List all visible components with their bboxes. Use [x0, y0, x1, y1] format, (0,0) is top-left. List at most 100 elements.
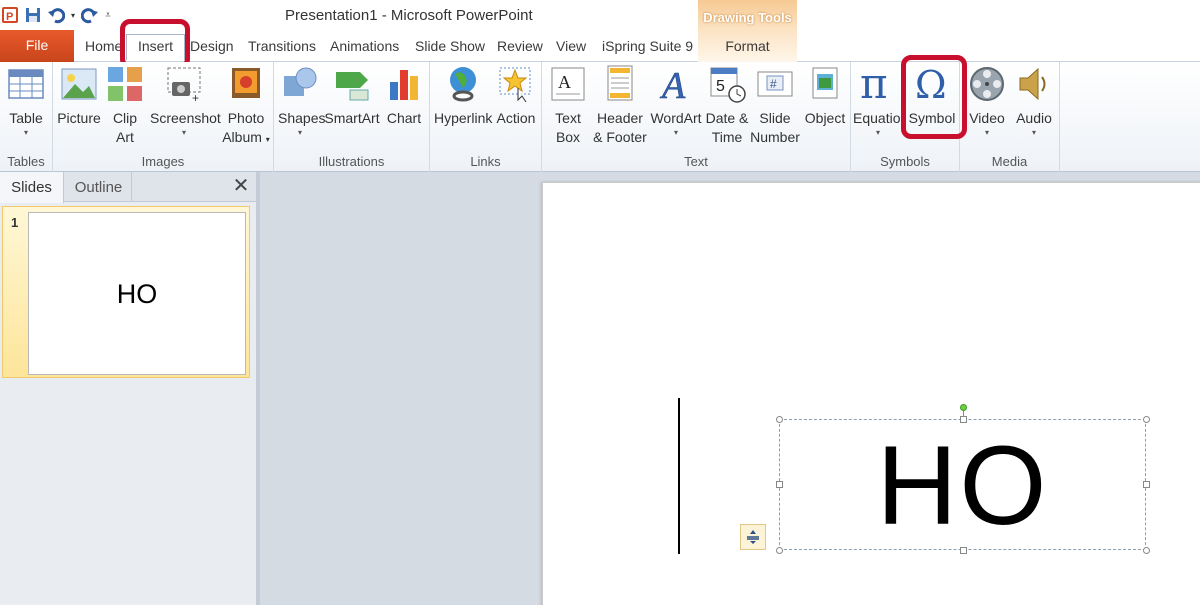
group-text: A Text Box Header & Footer A WordArt ▾ 5…: [542, 62, 851, 172]
svg-text:A: A: [558, 72, 571, 92]
group-media: Video ▾ Audio ▾ Media: [960, 62, 1060, 172]
undo-dropdown-chevron-icon[interactable]: ▾: [69, 5, 77, 25]
group-label-links: Links: [470, 154, 501, 169]
tab-format[interactable]: Format: [698, 30, 797, 62]
customize-qat-chevron-icon[interactable]: ⩡: [103, 5, 113, 25]
tab-outline[interactable]: Outline: [66, 172, 132, 202]
object-icon: [812, 67, 838, 99]
slide-number-button[interactable]: # Slide Number: [750, 64, 800, 147]
powerpoint-logo-icon[interactable]: P: [0, 5, 20, 25]
highlight-ring-symbol: [901, 55, 967, 139]
screenshot-button[interactable]: + Screenshot ▾: [150, 64, 221, 138]
text-cursor: [678, 398, 680, 554]
table-icon: [8, 69, 44, 99]
chart-icon: [390, 70, 418, 100]
group-label-illustrations: Illustrations: [318, 154, 385, 169]
table-button[interactable]: Table ▾: [6, 64, 46, 138]
photo-album-icon: [232, 68, 260, 98]
equation-button[interactable]: π Equation ▾: [853, 64, 903, 138]
slide-editing-area: HO: [260, 172, 1200, 605]
tab-home[interactable]: Home: [85, 30, 122, 62]
shapes-icon: [284, 67, 317, 96]
resize-handle-bottom-right[interactable]: [1143, 547, 1150, 554]
resize-handle-bottom-left[interactable]: [776, 547, 783, 554]
date-time-calendar-icon: 5: [710, 67, 746, 103]
chevron-down-icon: ▾: [673, 128, 678, 137]
undo-icon[interactable]: [46, 5, 66, 25]
action-star-icon: [499, 67, 531, 103]
date-time-button[interactable]: 5 Date & Time: [702, 64, 752, 147]
window-title: Presentation1 - Microsoft PowerPoint: [285, 7, 533, 24]
picture-button[interactable]: Picture: [57, 64, 101, 128]
svg-text:A: A: [659, 65, 686, 104]
tab-file[interactable]: File: [0, 30, 74, 62]
group-label-images: Images: [141, 154, 185, 169]
chevron-down-icon: ▾: [297, 128, 302, 137]
action-button[interactable]: Action: [494, 64, 538, 128]
object-button[interactable]: Object: [802, 64, 848, 128]
tab-review[interactable]: Review: [497, 30, 543, 62]
svg-text:#: #: [770, 77, 777, 91]
text-box-button[interactable]: A Text Box: [546, 64, 590, 147]
quick-access-toolbar: P ▾ ⩡: [0, 2, 113, 28]
autofit-options-button[interactable]: [740, 524, 766, 550]
wordart-icon: A: [659, 65, 687, 104]
drawing-tools-context-label: Drawing Tools: [698, 0, 797, 30]
tab-view[interactable]: View: [556, 30, 586, 62]
screenshot-camera-icon: +: [167, 67, 201, 104]
header-footer-button[interactable]: Header & Footer: [592, 64, 648, 147]
smartart-button[interactable]: SmartArt: [324, 64, 380, 128]
resize-handle-bottom[interactable]: [960, 547, 967, 554]
group-links: Hyperlink Action Links: [430, 62, 542, 172]
slides-panel-tabs: Slides Outline ✕: [0, 172, 256, 203]
tab-animations[interactable]: Animations: [330, 30, 399, 62]
clip-art-button[interactable]: Clip Art: [105, 64, 145, 147]
tab-design[interactable]: Design: [190, 30, 234, 62]
group-images: Picture Clip Art + Screenshot ▾ Photo Al…: [53, 62, 274, 172]
slide-thumbnail-text: HO: [116, 279, 158, 309]
tab-slide-show[interactable]: Slide Show: [415, 30, 485, 62]
rotate-handle[interactable]: [960, 404, 967, 411]
chevron-down-icon: ▾: [265, 135, 270, 144]
redo-icon[interactable]: [80, 5, 100, 25]
chevron-down-icon: ▾: [984, 128, 989, 137]
svg-text:P: P: [6, 11, 13, 23]
video-film-reel-icon: [970, 67, 1004, 101]
save-icon[interactable]: [23, 5, 43, 25]
resize-handle-top-right[interactable]: [1143, 416, 1150, 423]
hyperlink-button[interactable]: Hyperlink: [434, 64, 492, 128]
resize-handle-top[interactable]: [960, 416, 967, 423]
chart-button[interactable]: Chart: [382, 64, 426, 128]
text-box-icon: A: [551, 67, 585, 101]
tab-transitions[interactable]: Transitions: [248, 30, 316, 62]
group-label-symbols: Symbols: [880, 154, 930, 169]
svg-text:π: π: [860, 64, 888, 104]
wordart-button[interactable]: A WordArt ▾: [648, 64, 704, 138]
slide-thumbnail-number: 1: [11, 215, 19, 230]
header-footer-icon: [607, 65, 633, 101]
close-icon[interactable]: ✕: [232, 176, 250, 196]
group-label-tables: Tables: [7, 154, 45, 169]
chevron-down-icon: ▾: [875, 128, 880, 137]
picture-icon: [61, 68, 97, 100]
slide-thumbnail[interactable]: HO: [28, 212, 246, 375]
svg-text:5: 5: [716, 78, 725, 95]
slide-thumbnail-selected[interactable]: 1 HO: [2, 206, 250, 378]
equation-pi-icon: π: [860, 64, 888, 104]
chevron-down-icon: ▾: [181, 128, 186, 137]
group-illustrations: Shapes ▾ SmartArt Chart Illustrations: [274, 62, 430, 172]
slide-number-icon: #: [757, 71, 793, 97]
tab-ispring-suite[interactable]: iSpring Suite 9: [602, 30, 693, 62]
slide-canvas[interactable]: HO: [542, 182, 1200, 605]
text-box-selected[interactable]: HO: [776, 404, 1150, 554]
resize-handle-top-left[interactable]: [776, 416, 783, 423]
audio-button[interactable]: Audio ▾: [1012, 64, 1056, 138]
group-label-media: Media: [991, 154, 1028, 169]
tab-slides[interactable]: Slides: [0, 172, 64, 203]
photo-album-button[interactable]: Photo Album ▾: [219, 64, 273, 149]
video-button[interactable]: Video ▾: [964, 64, 1010, 138]
group-tables: Table ▾ Tables: [0, 62, 53, 172]
shapes-button[interactable]: Shapes ▾: [278, 64, 325, 138]
slide-text[interactable]: HO: [780, 426, 1145, 546]
slides-panel: Slides Outline ✕ 1 HO: [0, 172, 256, 605]
